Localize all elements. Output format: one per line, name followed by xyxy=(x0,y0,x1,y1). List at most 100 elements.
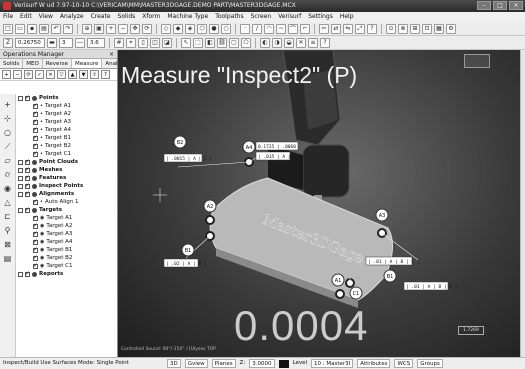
grid-icon[interactable]: # xyxy=(114,37,124,48)
save-icon[interactable]: ▪ xyxy=(27,23,37,34)
gview-button[interactable]: Gview xyxy=(184,359,208,368)
tree-item[interactable]: •Auto Align 1 xyxy=(18,198,116,206)
hide-icon[interactable]: ◐ xyxy=(260,37,270,48)
point-icon[interactable]: · xyxy=(240,23,250,34)
close-button[interactable]: × xyxy=(509,1,523,10)
trim-icon[interactable]: ✂ xyxy=(319,23,329,34)
lock-icon[interactable]: ▯ xyxy=(138,37,148,48)
visibility-checkbox[interactable] xyxy=(25,166,30,174)
visibility-checkbox[interactable] xyxy=(33,246,38,254)
tree-item[interactable]: •Target C1 xyxy=(18,150,116,158)
help-icon[interactable]: ? xyxy=(320,37,330,48)
window-select-icon[interactable]: ▢ xyxy=(229,37,239,48)
translate-icon[interactable]: ⇄ xyxy=(331,23,341,34)
select-icon[interactable]: ↖ xyxy=(181,37,191,48)
wireframe-icon[interactable]: ○ xyxy=(221,23,231,34)
attributes-button[interactable]: Attributes xyxy=(357,359,391,368)
settings-icon[interactable]: ⚙ xyxy=(446,23,456,34)
filter-icon[interactable]: ▽ xyxy=(57,70,66,79)
new-file-icon[interactable]: □ xyxy=(3,23,13,34)
expand-toggle-icon[interactable] xyxy=(18,191,23,197)
pan-icon[interactable]: ✥ xyxy=(130,23,140,34)
graphics-viewport[interactable]: Master3DGage A4 B2 A2 B1 A3 A1 C1 B1 0.1… xyxy=(118,50,520,357)
target-dot-a2[interactable] xyxy=(205,215,215,225)
visibility-checkbox[interactable] xyxy=(33,134,38,142)
expand-toggle-icon[interactable] xyxy=(18,95,23,101)
tree-group[interactable]: Inspect Points xyxy=(18,182,116,190)
deselect-icon[interactable]: ✕ xyxy=(46,70,55,79)
line-icon[interactable]: / xyxy=(252,23,262,34)
chamfer-icon[interactable]: ⌐ xyxy=(300,23,310,34)
export-icon[interactable]: ⇪ xyxy=(90,70,99,79)
visibility-checkbox[interactable] xyxy=(33,198,38,206)
refresh-icon[interactable]: ⟳ xyxy=(24,70,33,79)
panel-close-icon[interactable]: × xyxy=(109,50,114,59)
visibility-checkbox[interactable] xyxy=(33,142,38,150)
visibility-checkbox[interactable] xyxy=(25,206,30,214)
menu-xform[interactable]: Xform xyxy=(142,12,160,22)
slot-tool-icon[interactable]: ⊏ xyxy=(3,212,12,221)
menu-toolpaths[interactable]: Toolpaths xyxy=(215,12,243,22)
level-field[interactable]: 3 xyxy=(59,37,73,48)
tree-item[interactable]: ◉Target C1 xyxy=(18,262,116,270)
visibility-checkbox[interactable] xyxy=(25,174,30,182)
expand-toggle-icon[interactable] xyxy=(18,207,23,213)
tree-group[interactable]: Reports xyxy=(18,270,116,278)
visibility-checkbox[interactable] xyxy=(25,182,30,190)
arc-icon[interactable]: ◠ xyxy=(264,23,274,34)
visibility-checkbox[interactable] xyxy=(33,126,38,134)
move-up-icon[interactable]: ▲ xyxy=(68,70,77,79)
menu-verisurf[interactable]: Verisurf xyxy=(278,12,301,22)
open-file-icon[interactable]: ▭ xyxy=(15,23,25,34)
tab-measure[interactable]: Measure xyxy=(71,59,103,68)
menu-edit[interactable]: Edit xyxy=(20,12,32,22)
circle-tool-icon[interactable]: ○ xyxy=(3,128,12,137)
spline-icon[interactable]: ~ xyxy=(276,23,286,34)
target-dot-a1[interactable] xyxy=(335,289,345,299)
menu-help[interactable]: Help xyxy=(340,12,354,22)
sphere-tool-icon[interactable]: ◉ xyxy=(3,184,12,193)
menu-settings[interactable]: Settings xyxy=(308,12,333,22)
visibility-checkbox[interactable] xyxy=(33,214,38,222)
properties-icon[interactable]: ≡ xyxy=(308,37,318,48)
planes-button[interactable]: Planes xyxy=(211,359,236,368)
collapse-all-icon[interactable]: − xyxy=(13,70,22,79)
groups-button[interactable]: Groups xyxy=(417,359,443,368)
menu-machine-type[interactable]: Machine Type xyxy=(167,12,208,22)
rotate-icon[interactable]: ⟳ xyxy=(142,23,152,34)
mask-icon[interactable]: ◧ xyxy=(205,37,215,48)
print-icon[interactable]: ▤ xyxy=(39,23,49,34)
zoom-window-icon[interactable]: ⊕ xyxy=(82,23,92,34)
tree-group[interactable]: Meshes xyxy=(18,166,116,174)
report-icon[interactable]: ▦ xyxy=(434,23,444,34)
expand-toggle-icon[interactable] xyxy=(18,159,23,165)
visibility-checkbox[interactable] xyxy=(25,270,30,278)
plane-tool-icon[interactable]: ▱ xyxy=(3,156,12,165)
expand-toggle-icon[interactable] xyxy=(18,271,23,277)
expand-toggle-icon[interactable] xyxy=(18,175,23,181)
z-depth-field[interactable]: 0.26750 xyxy=(15,37,45,48)
style-field[interactable]: 3.6 xyxy=(87,37,105,48)
menu-analyze[interactable]: Analyze xyxy=(60,12,84,22)
visibility-checkbox[interactable] xyxy=(33,222,38,230)
z-depth-icon[interactable]: Z xyxy=(3,37,13,48)
point-tool-icon[interactable]: ⊹ xyxy=(3,114,12,123)
panel-help-icon[interactable]: ? xyxy=(101,70,110,79)
fit-icon[interactable]: ▣ xyxy=(94,23,104,34)
cylinder-tool-icon[interactable]: ⌭ xyxy=(3,170,12,179)
shade-icon[interactable]: ● xyxy=(209,23,219,34)
report-tool-icon[interactable]: ▤ xyxy=(3,254,12,263)
line-tool-icon[interactable]: ⟋ xyxy=(3,142,12,151)
visibility-checkbox[interactable] xyxy=(25,190,30,198)
measure-icon[interactable]: ⊙ xyxy=(386,23,396,34)
menu-file[interactable]: File xyxy=(3,12,13,22)
cone-tool-icon[interactable]: △ xyxy=(3,198,12,207)
front-view-icon[interactable]: ◆ xyxy=(173,23,183,34)
visibility-checkbox[interactable] xyxy=(33,230,38,238)
blank-icon[interactable]: ◒ xyxy=(284,37,294,48)
visibility-checkbox[interactable] xyxy=(33,254,38,262)
fillet-icon[interactable]: ⌒ xyxy=(288,23,298,34)
select-all-icon[interactable]: ✓ xyxy=(35,70,44,79)
visibility-checkbox[interactable] xyxy=(33,238,38,246)
minimize-button[interactable]: – xyxy=(477,1,491,10)
